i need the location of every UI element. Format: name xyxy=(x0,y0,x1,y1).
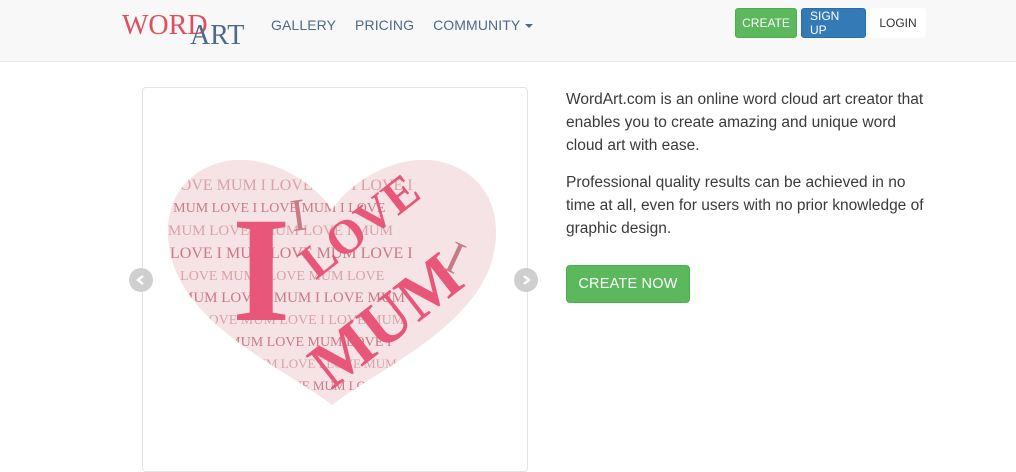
logo-art: ART xyxy=(190,20,244,48)
intro-section: WordArt.com is an online word cloud art … xyxy=(566,88,926,254)
nav-community-dropdown[interactable]: COMMUNITY xyxy=(433,16,534,34)
account-actions: CREATE SIGN UP LOGIN xyxy=(735,8,926,38)
login-button[interactable]: LOGIN xyxy=(870,8,926,38)
nav-community-label: COMMUNITY xyxy=(433,17,521,33)
create-button[interactable]: CREATE xyxy=(735,8,797,38)
chevron-left-icon xyxy=(136,275,144,285)
carousel-prev-button[interactable] xyxy=(129,268,153,292)
chevron-right-icon xyxy=(523,275,531,285)
sign-up-button[interactable]: SIGN UP xyxy=(801,8,866,38)
primary-nav: GALLERY PRICING COMMUNITY xyxy=(271,16,534,34)
art-word-i: I xyxy=(232,187,290,353)
nav-gallery-label: GALLERY xyxy=(271,17,337,33)
intro-paragraph-1: WordArt.com is an online word cloud art … xyxy=(566,91,924,154)
nav-pricing-link[interactable]: PRICING xyxy=(355,16,414,34)
heart-word-cloud-image: LOVE MUM I LOVE MUM LOVE I I MUM LOVE I … xyxy=(167,159,497,405)
create-now-button[interactable]: CREATE NOW xyxy=(566,265,690,303)
nav-pricing-label: PRICING xyxy=(355,17,415,33)
wordart-logo[interactable]: WORD ART xyxy=(120,4,256,48)
caret-down-icon xyxy=(525,24,534,28)
carousel-next-button[interactable] xyxy=(514,268,538,292)
intro-paragraph-2: Professional quality results can be achi… xyxy=(566,174,924,237)
nav-gallery-link[interactable]: GALLERY xyxy=(271,16,336,34)
top-navbar: WORD ART GALLERY PRICING COMMUNITY CREAT… xyxy=(0,0,1016,62)
